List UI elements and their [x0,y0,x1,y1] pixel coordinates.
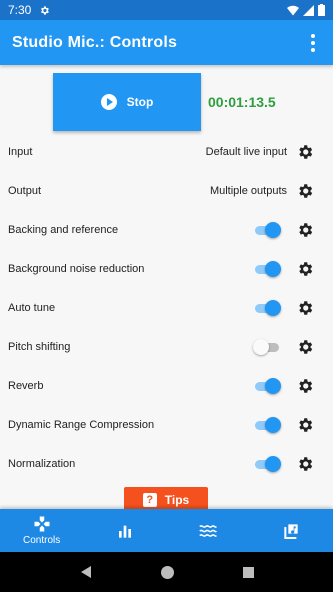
status-bar: 7:30 [0,0,333,20]
settings-gear-icon[interactable] [296,260,314,278]
control-label: Normalization [8,457,76,470]
tips-label: Tips [164,493,190,507]
control-value[interactable]: Default live input [206,146,287,158]
status-time: 7:30 [8,3,32,17]
waves-icon [199,524,218,537]
control-label: Reverb [8,379,44,392]
toggle-pitch-shifting[interactable] [253,338,281,355]
toggle-reverb[interactable] [253,377,281,394]
recording-timer: 00:01:13.5 [208,94,276,110]
control-row-dynamic-range-compression[interactable]: Dynamic Range Compression [0,405,333,444]
bar-chart-icon [118,525,131,538]
settings-gear-icon[interactable] [296,143,314,161]
gamepad-icon [34,516,50,532]
control-row-reverb[interactable]: Reverb [0,366,333,405]
wifi-icon [287,5,299,15]
nav-stats[interactable] [83,509,166,552]
stop-button[interactable]: Stop [53,73,201,131]
settings-gear-icon[interactable] [296,338,314,356]
page-title: Studio Mic.: Controls [12,33,178,51]
settings-gear-icon[interactable] [296,377,314,395]
overflow-menu-icon[interactable] [305,31,321,55]
control-label: Output [8,184,42,197]
control-label: Input [8,145,33,158]
settings-gear-icon[interactable] [296,182,314,200]
control-label: Pitch shifting [8,340,71,353]
question-icon: ? [142,493,157,507]
nav-controls-label: Controls [23,535,61,546]
toggle-auto-tune[interactable] [253,299,281,316]
music-library-icon [284,523,299,539]
home-icon[interactable] [160,565,174,579]
bottom-navigation: Controls [0,509,333,552]
control-label: Backing and reference [8,223,119,236]
back-icon[interactable] [80,566,92,578]
app-bar: Studio Mic.: Controls [0,20,333,65]
settings-gear-icon[interactable] [296,455,314,473]
control-row-input[interactable]: Input Default live input [0,132,333,171]
control-row-backing-and-reference[interactable]: Backing and reference [0,210,333,249]
settings-gear-icon[interactable] [296,221,314,239]
settings-notification-icon [41,5,50,15]
cell-signal-icon [303,4,314,16]
screen: 7:30 Studio Mic.: Controls Stop 00:01:13… [0,0,333,592]
recents-icon[interactable] [242,566,254,578]
control-row-background-noise-reduction[interactable]: Background noise reduction [0,249,333,288]
settings-gear-icon[interactable] [296,416,314,434]
stop-button-label: Stop [126,95,154,109]
control-row-auto-tune[interactable]: Auto tune [0,288,333,327]
toggle-dynamic-range-compression[interactable] [253,416,281,433]
toggle-background-noise-reduction[interactable] [253,260,281,277]
system-navigation-bar [0,552,333,592]
control-label: Background noise reduction [8,262,145,275]
control-row-output[interactable]: Output Multiple outputs [0,171,333,210]
play-circle-icon [100,94,117,110]
control-row-normalization[interactable]: Normalization [0,444,333,483]
control-label: Auto tune [8,301,56,314]
nav-controls[interactable]: Controls [0,509,83,552]
battery-icon [318,4,325,16]
nav-library[interactable] [250,509,333,552]
control-label: Dynamic Range Compression [8,418,155,431]
control-row-pitch-shifting[interactable]: Pitch shifting [0,327,333,366]
toggle-normalization[interactable] [253,455,281,472]
control-value[interactable]: Multiple outputs [210,185,287,197]
nav-waves[interactable] [167,509,250,552]
settings-gear-icon[interactable] [296,299,314,317]
toggle-backing-and-reference[interactable] [253,221,281,238]
